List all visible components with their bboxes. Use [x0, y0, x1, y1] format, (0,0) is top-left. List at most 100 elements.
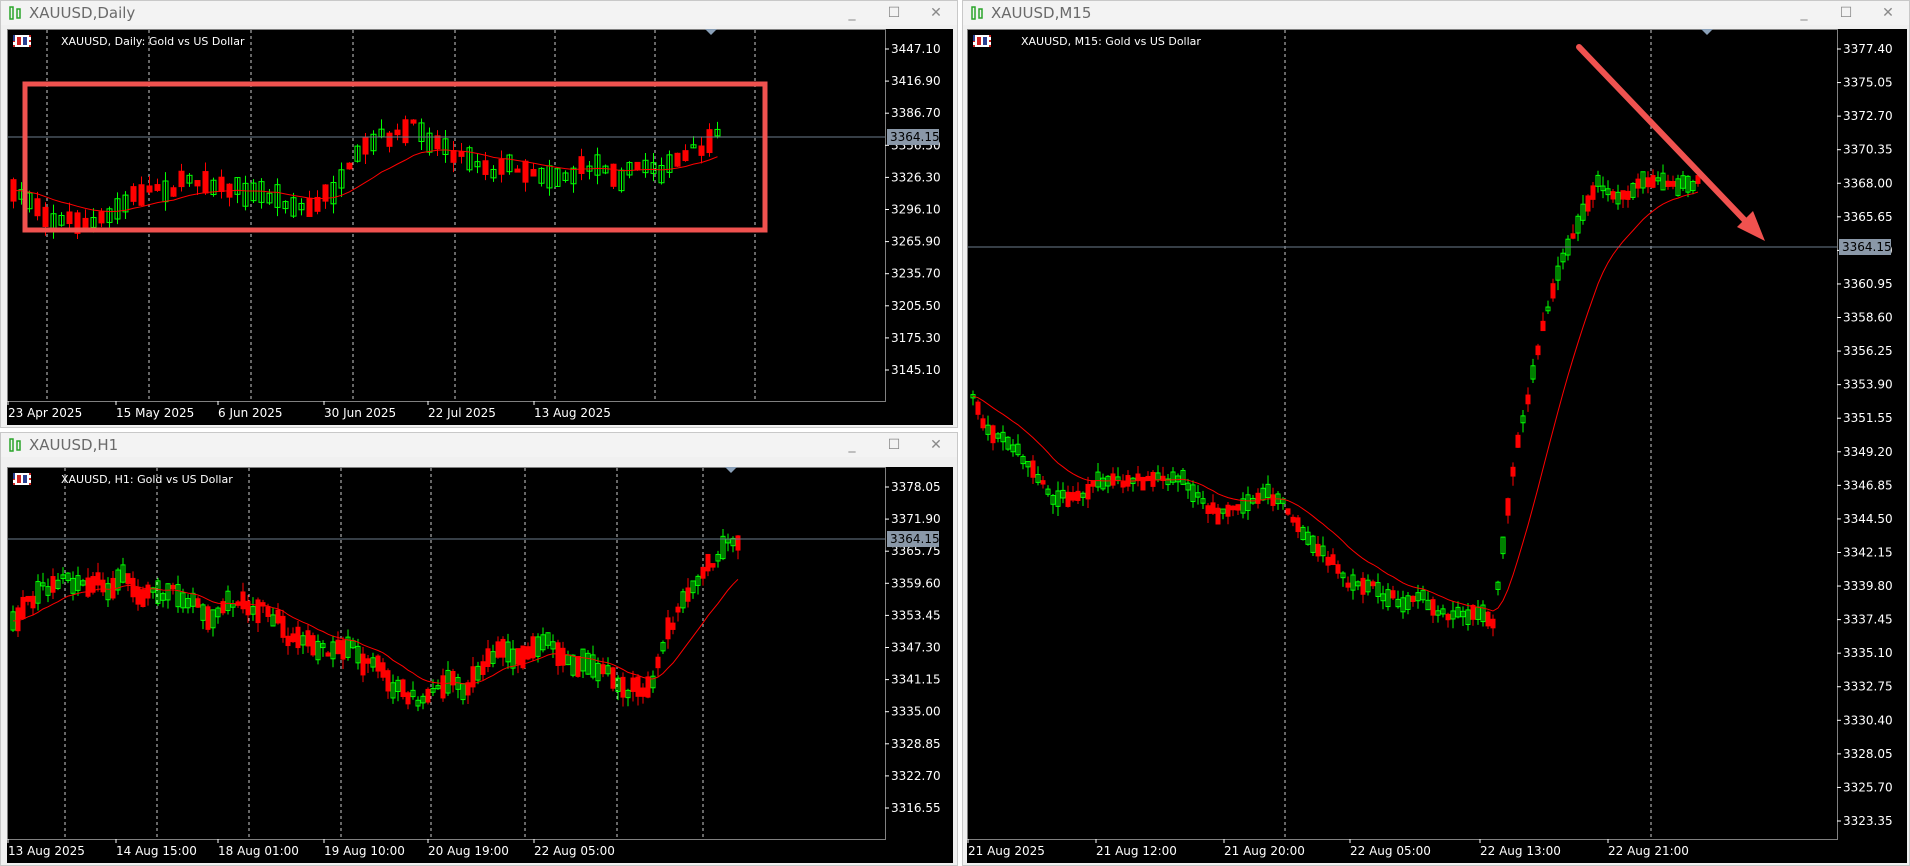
candle-body [285, 635, 291, 647]
candle-body [620, 676, 626, 698]
chart-caption: XAUUSD, H1: Gold vs US Dollar [13, 473, 233, 486]
candle-body [640, 687, 646, 697]
grid-lines [1284, 30, 1652, 839]
candle-body [665, 617, 671, 640]
candles [970, 164, 1701, 637]
candle-body [365, 658, 371, 664]
candle-body [380, 662, 386, 678]
candle-body [362, 137, 369, 155]
chart-m15[interactable]: 3377.40 3375.05 3372.70 3370.35 3368.00 3365.… [967, 29, 1907, 863]
chart-canvas[interactable]: 3378.053371.903365.753359.603353.453347.… [7, 467, 953, 863]
candle-body [135, 586, 141, 605]
chart-daily[interactable]: 3447.10 3416.90 3386.70 3356.50 3326.30 3296.… [7, 29, 953, 425]
caption-text: XAUUSD, Daily: Gold vs US Dollar [61, 35, 245, 48]
price-tick-label: 3347.30 [891, 641, 941, 655]
candle-body [1665, 180, 1671, 187]
candle-body [1135, 473, 1141, 481]
candle-body [1470, 604, 1476, 620]
close-button[interactable]: ✕ [1867, 1, 1909, 25]
candle-body [1610, 191, 1616, 200]
price-tick-label: 3339.80 [1843, 579, 1893, 593]
price-tick-label: 3416.90 [891, 74, 941, 88]
chart-canvas[interactable]: 3377.40 3375.05 3372.70 3370.35 3368.00 3365.… [967, 29, 1907, 863]
candle-body [530, 636, 536, 659]
candle-body [1625, 190, 1631, 200]
price-axis: 3378.053371.903365.753359.603353.453347.… [885, 480, 941, 815]
candle-body [1330, 554, 1336, 565]
candle-body [498, 158, 505, 175]
candle-body [1205, 505, 1211, 514]
candle-body [30, 595, 36, 609]
maximize-button[interactable]: ☐ [1825, 1, 1867, 25]
price-axis: 3377.40 3375.05 3372.70 3370.35 3368.00 3365.… [1837, 42, 1893, 828]
price-tick-label: 3265.90 [891, 235, 941, 249]
price-tick-label: 3349.20 [1843, 445, 1893, 459]
chart-canvas[interactable]: 3447.103416.903386.703356.503326.303296.… [7, 29, 953, 425]
candle-body [575, 656, 581, 677]
candle-body [1110, 473, 1116, 486]
window-controls: _ ☐ ✕ [1783, 1, 1909, 25]
date-tick-label: 6 Jun 2025 [218, 406, 283, 420]
date-tick-label: 22 Jul 2025 [428, 406, 496, 420]
candle-body [735, 535, 741, 551]
candle-body [670, 622, 676, 630]
candle-body [205, 606, 211, 630]
close-button[interactable]: ✕ [915, 1, 957, 25]
minimize-button[interactable]: _ [1783, 1, 1825, 25]
minimize-button[interactable]: _ [831, 1, 873, 25]
price-tick-label: 3335.10 [1843, 646, 1893, 660]
candle-body [1510, 466, 1516, 477]
candle-body [990, 425, 996, 444]
date-tick-label: 22 Aug 05:00 [1350, 844, 1431, 858]
candle-body [1230, 505, 1236, 511]
close-button[interactable]: ✕ [915, 433, 957, 457]
price-tick-label: 3359.60 [891, 576, 941, 590]
price-tick-label: 3351.55 [1843, 411, 1893, 425]
candle-body [394, 129, 401, 136]
candle-body [675, 606, 681, 613]
maximize-button[interactable]: ☐ [873, 433, 915, 457]
candle-body [410, 119, 417, 124]
candle-body [405, 692, 411, 705]
candle-body [20, 596, 26, 620]
price-tick-label: 3332.75 [1843, 680, 1893, 694]
candle-body [402, 119, 409, 144]
price-tick-label: 3377.40 [1843, 42, 1893, 56]
price-tick-label: 3386.70 [891, 106, 941, 120]
candle-body [170, 187, 177, 197]
price-tick-label: 3316.55 [891, 801, 941, 815]
candle-body [610, 667, 616, 689]
candle-body [1085, 483, 1091, 500]
window-h1[interactable]: XAUUSD,H1 _ ☐ ✕ 3378.05 3371.90 3365.75 335… [0, 432, 958, 866]
candle-body [450, 150, 457, 163]
chart-h1[interactable]: 3378.05 3371.90 3365.75 3359.60 3353.45 3347.… [7, 467, 953, 863]
candle-body [1090, 480, 1096, 487]
window-daily[interactable]: XAUUSD,Daily _ ☐ ✕ 3447.10 3416.90 3386.70… [0, 0, 958, 428]
candle-body [705, 553, 711, 572]
candle-body [295, 626, 301, 649]
window-title: XAUUSD,Daily [29, 4, 136, 22]
titlebar-m15[interactable]: XAUUSD,M15 [963, 1, 1909, 25]
candle-body [578, 156, 585, 174]
candle-body [480, 661, 486, 675]
date-tick-label: 13 Aug 2025 [8, 844, 85, 858]
date-tick-label: 22 Aug 05:00 [534, 844, 615, 858]
price-tick-label: 3353.45 [891, 608, 941, 622]
titlebar-h1[interactable]: XAUUSD,H1 [1, 433, 957, 457]
price-tick-label: 3175.30 [891, 331, 941, 345]
candle-body [240, 591, 246, 610]
candle-body [1030, 460, 1036, 478]
candle-body [610, 163, 617, 187]
titlebar-daily[interactable]: XAUUSD,Daily [1, 1, 957, 25]
candle-body [1590, 185, 1596, 200]
candle-body [1430, 599, 1436, 616]
maximize-button[interactable]: ☐ [873, 1, 915, 25]
price-tick-label: 3342.15 [1843, 545, 1893, 559]
candle-body [346, 162, 353, 170]
minimize-button[interactable]: _ [831, 433, 873, 457]
window-m15[interactable]: XAUUSD,M15 _ ☐ ✕ 3377.40 3375.05 3372.70 33… [962, 0, 1910, 866]
candle-body [360, 653, 366, 676]
price-tick-label: 3330.40 [1843, 713, 1893, 727]
date-tick-label: 23 Apr 2025 [8, 406, 82, 420]
chart-caption: XAUUSD, M15: Gold vs US Dollar [973, 35, 1201, 48]
